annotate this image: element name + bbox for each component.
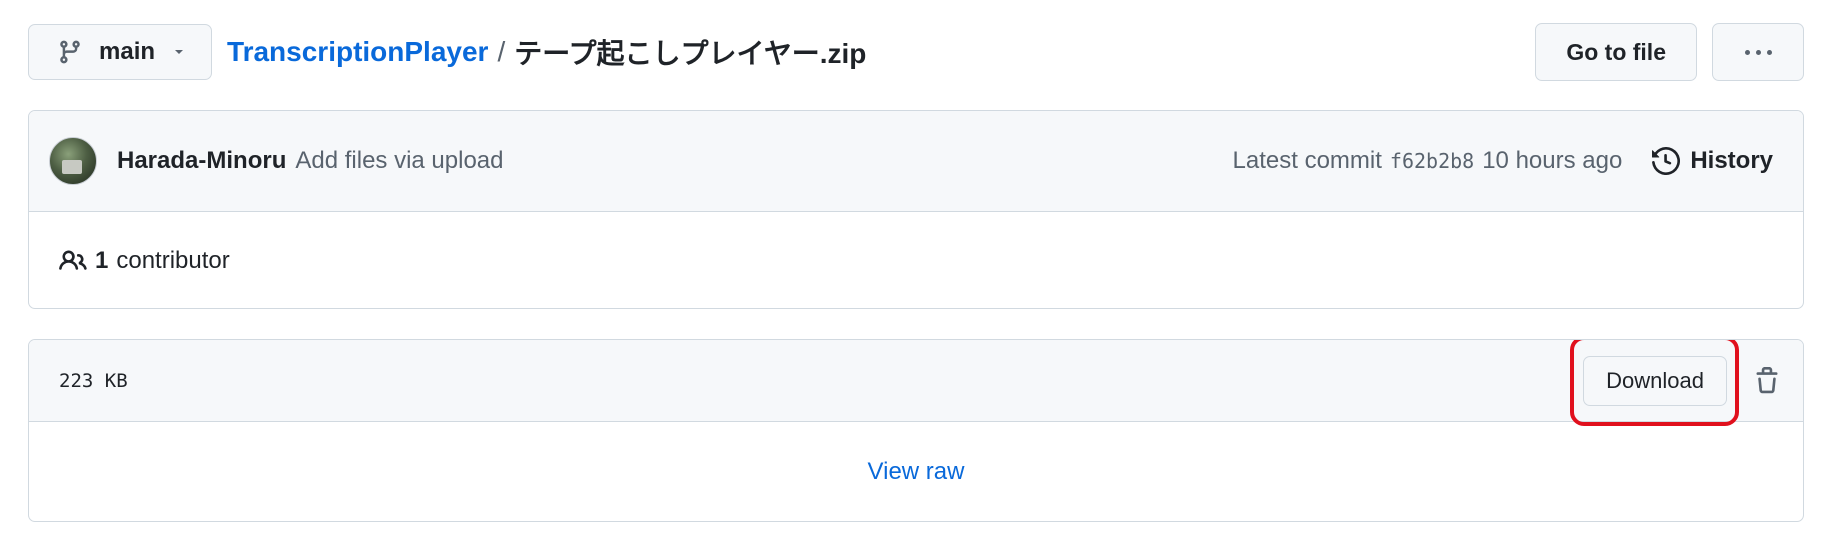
history-button[interactable]: History (1652, 147, 1773, 175)
breadcrumb-file-name: テープ起こしプレイヤー.zip (514, 38, 867, 69)
kebab-horizontal-icon (1742, 49, 1775, 55)
view-raw-link[interactable]: View raw (868, 458, 965, 486)
latest-commit-info: Latest commit f62b2b8 10 hours ago (1233, 147, 1623, 175)
file-viewer-box: 223 KB Download View raw (28, 339, 1804, 522)
go-to-file-button[interactable]: Go to file (1535, 23, 1697, 81)
file-size: 223 KB (59, 369, 128, 392)
branch-selector-button[interactable]: main (28, 24, 213, 80)
latest-commit-box: Harada-Minoru Add files via upload Lates… (28, 110, 1804, 309)
commit-time: 10 hours ago (1482, 147, 1623, 174)
contributors-row[interactable]: 1 contributor (29, 212, 1803, 308)
git-branch-icon (57, 39, 83, 65)
trash-icon[interactable] (1753, 366, 1781, 396)
people-icon (59, 247, 87, 275)
chevron-down-icon (171, 44, 187, 60)
contributor-count: 1 (95, 246, 109, 274)
view-raw-row: View raw (29, 422, 1803, 521)
commit-message-link[interactable]: Add files via upload (295, 147, 503, 175)
breadcrumb-separator: / (497, 36, 506, 67)
file-header-bar: 223 KB Download (29, 340, 1803, 426)
commit-row: Harada-Minoru Add files via upload Lates… (29, 111, 1803, 212)
avatar[interactable] (49, 137, 97, 185)
breadcrumb-repo-link[interactable]: TranscriptionPlayer (227, 36, 488, 68)
contributor-label: contributor (116, 246, 230, 274)
history-icon (1652, 147, 1681, 175)
download-button[interactable]: Download (1583, 355, 1727, 406)
breadcrumb: TranscriptionPlayer / テープ起こしプレイヤー.zip (227, 32, 866, 72)
branch-name: main (99, 38, 156, 65)
history-label: History (1690, 147, 1773, 174)
download-button-wrapper: Download (1570, 340, 1739, 426)
latest-commit-label: Latest commit (1232, 147, 1382, 174)
commit-sha-link[interactable]: f62b2b8 (1390, 149, 1474, 173)
commit-author-link[interactable]: Harada-Minoru (117, 147, 286, 175)
file-header: main TranscriptionPlayer / テープ起こしプレイヤー.z… (28, 23, 1804, 81)
more-options-button[interactable] (1712, 23, 1804, 81)
